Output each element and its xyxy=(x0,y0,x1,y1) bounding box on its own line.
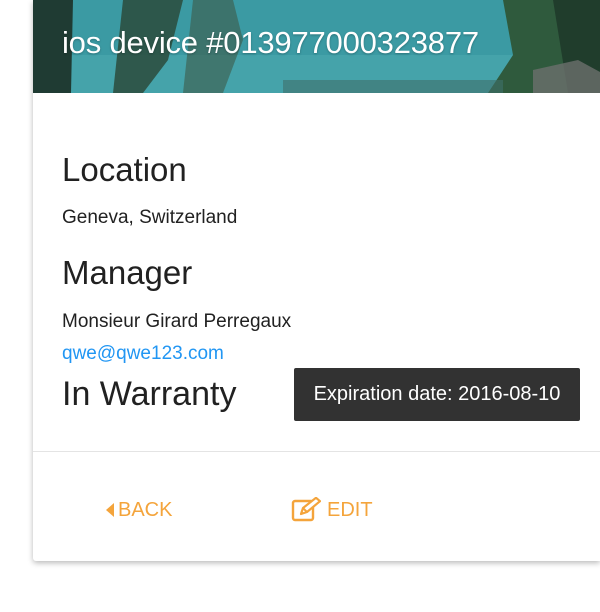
card-actions-divider xyxy=(33,451,600,452)
edit-button[interactable]: EDIT xyxy=(291,493,373,527)
device-card: ios device #013977000323877 Location Gen… xyxy=(33,0,600,561)
location-heading: Location xyxy=(62,151,187,188)
back-button[interactable]: BACK xyxy=(105,493,172,527)
manager-email-link[interactable]: qwe@qwe123.com xyxy=(62,343,224,365)
manager-name: Monsieur Girard Perregaux xyxy=(62,311,292,332)
manager-heading: Manager xyxy=(62,254,193,291)
header-banner: ios device #013977000323877 xyxy=(33,0,600,93)
back-button-label: BACK xyxy=(118,498,173,521)
warranty-status[interactable]: In Warranty xyxy=(62,375,236,414)
location-value: Geneva, Switzerland xyxy=(62,207,238,228)
warranty-tooltip-text: Expiration date: 2016-08-10 xyxy=(313,383,561,405)
warranty-tooltip: Expiration date: 2016-08-10 xyxy=(294,368,580,421)
edit-icon xyxy=(291,497,321,523)
edit-button-label: EDIT xyxy=(327,498,373,521)
device-title: ios device #013977000323877 xyxy=(62,25,479,60)
caret-left-icon xyxy=(105,503,115,517)
